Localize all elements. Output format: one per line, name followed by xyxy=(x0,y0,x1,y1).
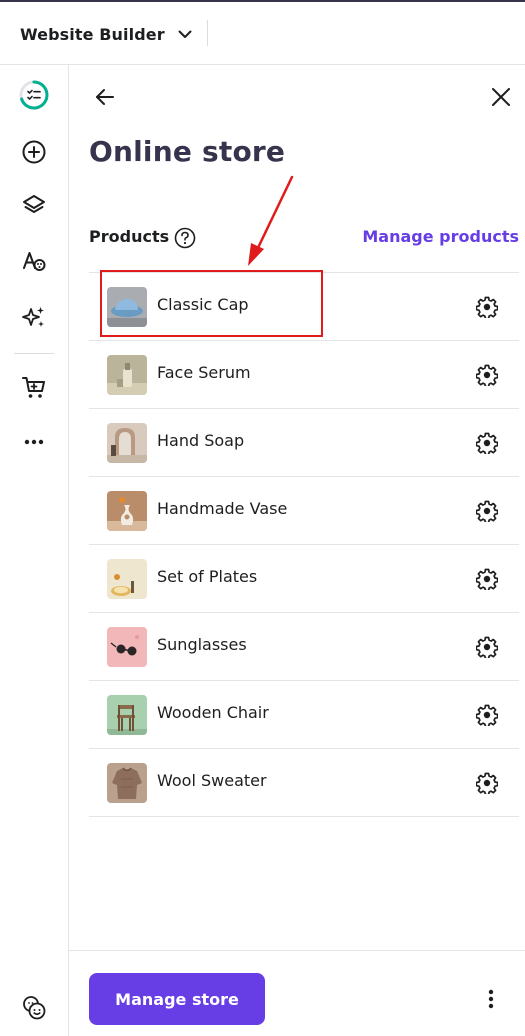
products-header: Products Manage products xyxy=(89,225,519,251)
product-thumbnail xyxy=(107,423,147,463)
add-circle-icon xyxy=(21,139,47,169)
rail-button-store[interactable] xyxy=(14,370,54,410)
product-thumbnail xyxy=(107,627,147,667)
product-thumbnail xyxy=(107,355,147,395)
chevron-down-icon xyxy=(177,26,193,42)
gear-icon[interactable] xyxy=(475,363,499,387)
product-name: Wooden Chair xyxy=(157,703,269,722)
rail-button-pages-layers[interactable] xyxy=(14,188,54,228)
close-icon xyxy=(490,86,512,112)
gear-icon[interactable] xyxy=(475,499,499,523)
panel-footer: Manage store xyxy=(69,950,525,1036)
product-name: Face Serum xyxy=(157,363,251,382)
product-name: Wool Sweater xyxy=(157,771,267,790)
layers-icon xyxy=(21,193,47,223)
page-title: Online store xyxy=(89,135,286,168)
rail-button-styles[interactable] xyxy=(14,243,54,283)
gear-icon[interactable] xyxy=(475,635,499,659)
rail-button-add-element[interactable] xyxy=(14,134,54,174)
product-name: Handmade Vase xyxy=(157,499,288,518)
close-panel-button[interactable] xyxy=(485,83,517,115)
rail-button-checklist[interactable] xyxy=(14,77,54,117)
product-name: Sunglasses xyxy=(157,635,247,654)
product-thumbnail xyxy=(107,695,147,735)
list-item[interactable]: Hand Soap xyxy=(89,409,519,477)
list-item[interactable]: Face Serum xyxy=(89,341,519,409)
products-label: Products xyxy=(89,227,170,246)
more-vertical-icon[interactable] xyxy=(477,985,505,1013)
app-title: Website Builder xyxy=(20,24,165,44)
list-item[interactable]: Classic Cap xyxy=(89,273,519,341)
product-list: Classic Cap Face Serum Hand Soap Handmad… xyxy=(89,272,519,817)
topbar-divider xyxy=(207,20,208,46)
online-store-panel: Online store Products Manage products Cl… xyxy=(69,65,525,1036)
product-thumbnail xyxy=(107,559,147,599)
manage-products-link[interactable]: Manage products xyxy=(362,227,519,246)
progress-checklist-icon xyxy=(17,78,51,116)
product-name: Set of Plates xyxy=(157,567,258,586)
gear-icon[interactable] xyxy=(475,567,499,591)
gear-icon[interactable] xyxy=(475,431,499,455)
help-support-icon xyxy=(20,994,48,1026)
arrow-left-icon xyxy=(93,85,117,113)
gear-icon[interactable] xyxy=(475,771,499,795)
top-bar: Website Builder xyxy=(0,2,525,65)
product-thumbnail xyxy=(107,763,147,803)
list-item[interactable]: Handmade Vase xyxy=(89,477,519,545)
product-thumbnail xyxy=(107,287,147,327)
app-switcher-dropdown[interactable]: Website Builder xyxy=(20,20,193,48)
list-item[interactable]: Sunglasses xyxy=(89,613,519,681)
rail-separator xyxy=(14,353,54,354)
question-circle-icon[interactable] xyxy=(174,227,196,249)
list-item[interactable]: Set of Plates xyxy=(89,545,519,613)
manage-store-button[interactable]: Manage store xyxy=(89,973,265,1025)
list-item[interactable]: Wooden Chair xyxy=(89,681,519,749)
back-button[interactable] xyxy=(89,83,121,115)
gear-icon[interactable] xyxy=(475,703,499,727)
rail-button-ai-tools[interactable] xyxy=(14,299,54,339)
product-name: Classic Cap xyxy=(157,295,249,314)
product-name: Hand Soap xyxy=(157,431,245,450)
left-sidebar-rail xyxy=(0,65,69,1036)
product-thumbnail xyxy=(107,491,147,531)
list-item[interactable]: Wool Sweater xyxy=(89,749,519,817)
rail-button-support[interactable] xyxy=(14,990,54,1030)
rail-button-more[interactable] xyxy=(14,424,54,464)
cart-icon xyxy=(21,375,47,405)
styles-icon xyxy=(21,248,47,278)
gear-icon[interactable] xyxy=(475,295,499,319)
ai-sparkle-icon xyxy=(21,304,47,334)
more-horizontal-icon xyxy=(21,429,47,459)
